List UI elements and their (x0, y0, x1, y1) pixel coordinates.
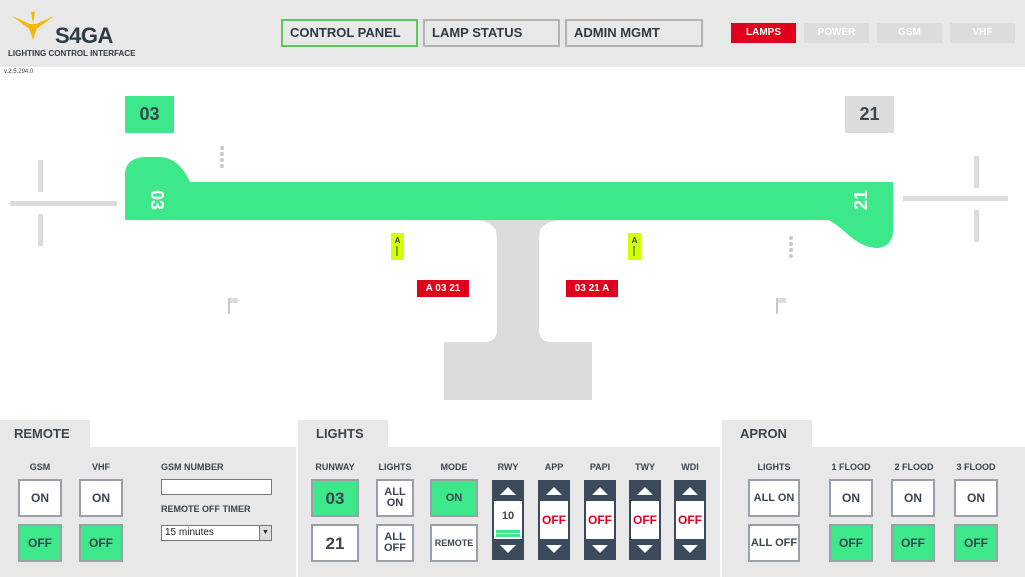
apron-all-off-button[interactable]: ALL OFF (748, 524, 800, 562)
rwy-value: 10 (492, 501, 524, 539)
lights-panel: LIGHTS RUNWAY LIGHTS MODE 03 21 ALL ON A… (298, 420, 720, 577)
runway-21-button[interactable]: 21 (311, 524, 359, 562)
runway-column-label: RUNWAY (315, 462, 355, 472)
flood1-label: 1 FLOOD (831, 462, 871, 472)
vhf-on-button[interactable]: ON (79, 479, 123, 517)
taxi-marker-right-label: A (631, 236, 638, 245)
wdi-stepper: OFF (674, 480, 706, 560)
flood1-on-button[interactable]: ON (829, 479, 873, 517)
flood2-off-button[interactable]: OFF (891, 524, 935, 562)
vhf-off-button[interactable]: OFF (79, 524, 123, 562)
wind-indicator-right-icon (776, 298, 786, 314)
papi-lights-right (789, 236, 793, 258)
twy-increase-button[interactable] (629, 480, 661, 501)
flood3-label: 3 FLOOD (956, 462, 996, 472)
wdi-decrease-button[interactable] (674, 539, 706, 560)
twy-decrease-button[interactable] (629, 539, 661, 560)
mode-remote-button[interactable]: REMOTE (430, 524, 478, 562)
twy-stepper: OFF (629, 480, 661, 560)
papi-value: OFF (584, 501, 616, 539)
flood2-label: 2 FLOOD (894, 462, 934, 472)
approach-light-bar-right (903, 196, 1008, 201)
gsm-on-button[interactable]: ON (18, 479, 62, 517)
papi-lights-left (220, 146, 224, 168)
rwy-level-bar-2 (496, 534, 520, 537)
vhf-label: VHF (92, 462, 110, 472)
remote-off-timer-value: 15 minutes (165, 527, 214, 538)
flood3-on-button[interactable]: ON (954, 479, 998, 517)
chevron-down-icon: ▼ (259, 526, 271, 540)
wind-indicator-left-icon (228, 298, 238, 314)
app-stepper-label: APP (544, 462, 564, 472)
gsm-off-button[interactable]: OFF (18, 524, 62, 562)
runway-end-03: 03 (147, 189, 167, 211)
app-value: OFF (538, 501, 570, 539)
remote-off-timer-select[interactable]: 15 minutes ▼ (161, 525, 272, 541)
remote-panel-title: REMOTE (0, 420, 90, 447)
wdi-increase-button[interactable] (674, 480, 706, 501)
flood1-off-button[interactable]: OFF (829, 524, 873, 562)
lights-all-on-button[interactable]: ALL ON (376, 479, 414, 517)
runway-03-button[interactable]: 03 (311, 479, 359, 517)
gsm-label: GSM (29, 462, 51, 472)
control-panels: REMOTE GSM VHF ON ON OFF OFF GSM NUMBER … (0, 420, 1025, 577)
rwy-stepper-label: RWY (497, 462, 519, 472)
lights-column-label: LIGHTS (378, 462, 412, 472)
rwy-value-text: 10 (501, 510, 515, 522)
papi-stepper-label: PAPI (589, 462, 611, 472)
wdi-stepper-label: WDI (681, 462, 699, 472)
rwy-stepper: 10 (492, 480, 524, 560)
papi-increase-button[interactable] (584, 480, 616, 501)
rwy-decrease-button[interactable] (492, 539, 524, 560)
wdi-value: OFF (674, 501, 706, 539)
apron-all-on-button[interactable]: ALL ON (748, 479, 800, 517)
rwy-increase-button[interactable] (492, 480, 524, 501)
app-stepper: OFF (538, 480, 570, 560)
rwy-level-bar (496, 530, 520, 533)
app-decrease-button[interactable] (538, 539, 570, 560)
runway-21-indicator[interactable]: 21 (845, 96, 894, 133)
apron-panel-title: APRON (722, 420, 812, 447)
apron-panel: APRON LIGHTS 1 FLOOD 2 FLOOD 3 FLOOD ALL… (722, 420, 1025, 577)
twy-stepper-label: TWY (635, 462, 655, 472)
lights-panel-title: LIGHTS (298, 420, 388, 447)
gsm-number-label: GSM NUMBER (161, 462, 224, 472)
approach-light-bar-left (10, 201, 117, 206)
taxi-marker-left-label: A (394, 236, 401, 245)
remote-off-timer-label: REMOTE OFF TIMER (161, 504, 251, 514)
flood2-on-button[interactable]: ON (891, 479, 935, 517)
twy-value: OFF (629, 501, 661, 539)
taxi-sign-left: A 03 21 (417, 280, 469, 297)
taxiway-apron (444, 218, 592, 400)
app-increase-button[interactable] (538, 480, 570, 501)
runway-end-21: 21 (851, 189, 871, 211)
lights-all-off-button[interactable]: ALL OFF (376, 524, 414, 562)
gsm-number-input[interactable] (161, 479, 272, 495)
apron-lights-label: LIGHTS (757, 462, 791, 472)
mode-on-button[interactable]: ON (430, 479, 478, 517)
mode-column-label: MODE (440, 462, 468, 472)
papi-decrease-button[interactable] (584, 539, 616, 560)
runway-03-indicator[interactable]: 03 (125, 96, 174, 133)
taxi-sign-right: 03 21 A (566, 280, 618, 297)
flood3-off-button[interactable]: OFF (954, 524, 998, 562)
papi-stepper: OFF (584, 480, 616, 560)
remote-panel: REMOTE GSM VHF ON ON OFF OFF GSM NUMBER … (0, 420, 296, 577)
